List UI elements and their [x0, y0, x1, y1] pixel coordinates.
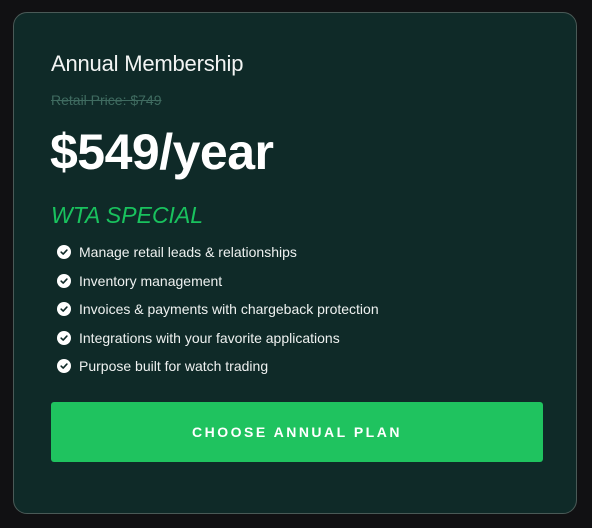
plan-title: Annual Membership [51, 51, 244, 76]
pricing-card: Annual Membership Retail Price: $749 $54… [13, 12, 577, 514]
feature-list: Manage retail leads & relationships Inve… [57, 238, 379, 381]
choose-annual-plan-button[interactable]: CHOOSE ANNUAL PLAN [51, 402, 543, 462]
check-circle-icon [57, 330, 71, 345]
feature-label: Manage retail leads & relationships [79, 244, 297, 261]
special-label: WTA SPECIAL [51, 202, 204, 228]
feature-label: Purpose built for watch trading [79, 358, 269, 375]
plan-price: $549/year [50, 124, 274, 180]
check-circle-icon [57, 273, 71, 288]
feature-label: Inventory management [79, 272, 223, 289]
check-circle-icon [57, 302, 71, 317]
check-circle-icon [57, 359, 71, 374]
check-circle-icon [57, 245, 71, 260]
feature-item: Integrations with your favorite applicat… [57, 324, 379, 353]
feature-item: Manage retail leads & relationships [57, 238, 379, 267]
feature-item: Inventory management [57, 267, 379, 296]
retail-price: Retail Price: $749 [51, 92, 162, 108]
feature-label: Integrations with your favorite applicat… [79, 329, 340, 346]
feature-label: Invoices & payments with chargeback prot… [79, 301, 379, 318]
feature-item: Invoices & payments with chargeback prot… [57, 295, 379, 324]
feature-item: Purpose built for watch trading [57, 352, 379, 381]
